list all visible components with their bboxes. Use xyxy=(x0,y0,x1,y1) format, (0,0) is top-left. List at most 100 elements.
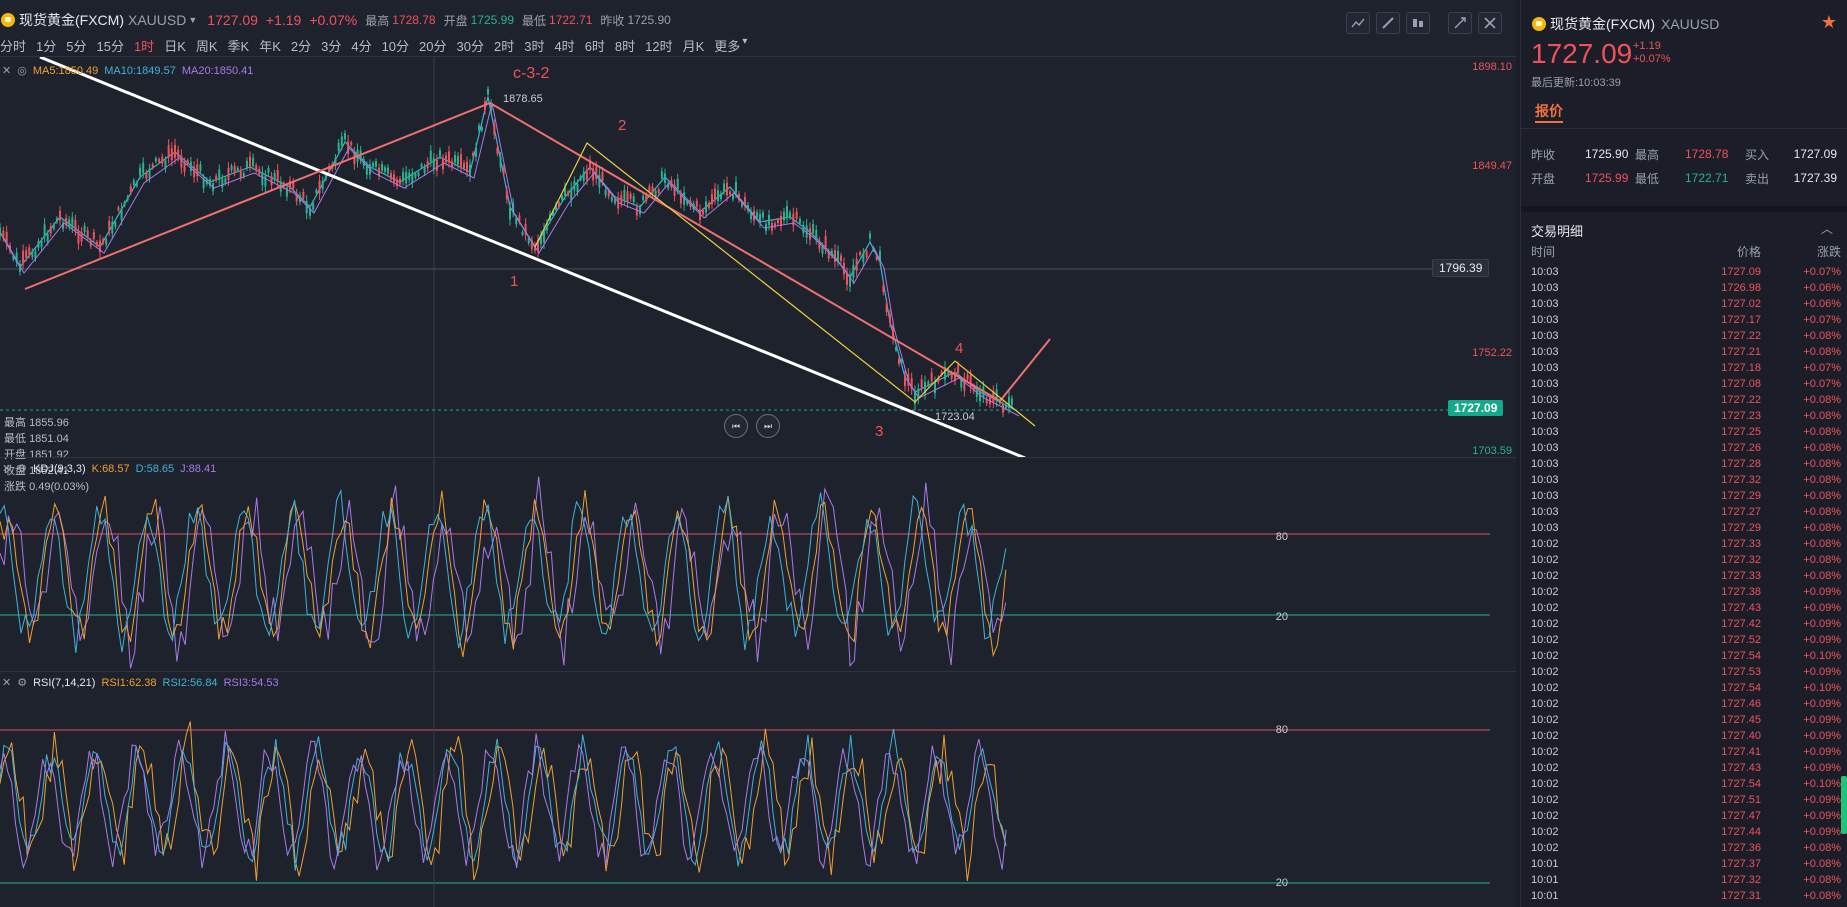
candle-body xyxy=(920,379,923,389)
indicator-line xyxy=(0,476,1007,669)
trade-price: 1727.46 xyxy=(1721,698,1761,710)
close-icon[interactable]: ✕ xyxy=(2,676,11,689)
interval-6[interactable]: 周K xyxy=(196,36,218,54)
gear-icon[interactable]: ⚙ xyxy=(17,676,27,689)
candle-body xyxy=(561,195,563,200)
candle-body xyxy=(657,189,660,194)
trade-price: 1727.33 xyxy=(1721,538,1761,550)
trade-change: +0.09% xyxy=(1803,826,1841,838)
chevron-down-icon[interactable]: ▾ xyxy=(742,36,747,54)
rsi-panel[interactable]: ✕ ⚙ RSI(7,14,21) RSI1:62.38 RSI2:56.84 R… xyxy=(0,671,1516,907)
trade-change: +0.09% xyxy=(1803,666,1841,678)
toggle-icon[interactable] xyxy=(1406,12,1430,34)
gear-icon[interactable]: ⚙ xyxy=(17,462,27,475)
next-bar-icon[interactable]: ⏭ xyxy=(756,414,780,438)
candle-body xyxy=(487,88,489,95)
trade-time: 10:02 xyxy=(1531,602,1559,614)
chevron-down-icon[interactable]: ▼ xyxy=(188,15,197,25)
candle-body xyxy=(651,186,654,194)
interval-5[interactable]: 日K xyxy=(164,36,186,54)
interval-22[interactable]: 更多 xyxy=(714,36,740,54)
interval-21[interactable]: 月K xyxy=(683,36,705,54)
trade-time: 10:01 xyxy=(1531,890,1559,902)
candle-body xyxy=(2,230,5,238)
interval-20[interactable]: 12时 xyxy=(645,36,672,54)
trade-row: 10:03 1727.02 +0.06% xyxy=(1531,296,1841,312)
interval-17[interactable]: 4时 xyxy=(554,36,574,54)
expand-icon[interactable] xyxy=(1448,12,1472,34)
scrollbar-thumb[interactable] xyxy=(1841,776,1847,834)
candle-body xyxy=(435,159,438,171)
trade-row: 10:03 1727.22 +0.08% xyxy=(1531,392,1841,408)
trade-row: 10:02 1727.51 +0.09% xyxy=(1531,792,1841,808)
candle-body xyxy=(302,191,305,199)
chevron-up-icon[interactable]: ︿ xyxy=(1821,220,1833,237)
candle-body xyxy=(86,230,89,238)
trade-change: +0.09% xyxy=(1803,730,1841,742)
interval-12[interactable]: 10分 xyxy=(382,36,409,54)
interval-19[interactable]: 8时 xyxy=(615,36,635,54)
interval-11[interactable]: 4分 xyxy=(351,36,371,54)
candle-body xyxy=(869,233,871,239)
kdj-k: K:68.57 xyxy=(91,462,130,475)
interval-16[interactable]: 3时 xyxy=(524,36,544,54)
trade-time: 10:02 xyxy=(1531,666,1559,678)
candle-body xyxy=(399,178,401,185)
close-icon[interactable]: ✕ xyxy=(2,462,11,475)
interval-0[interactable]: 分时 xyxy=(0,36,26,54)
trade-time: 10:03 xyxy=(1531,458,1559,470)
candle-body xyxy=(230,165,233,171)
candle-body xyxy=(405,171,408,184)
close-icon[interactable]: ✕ xyxy=(2,64,11,77)
indicator-line xyxy=(0,730,1007,871)
gear-icon[interactable]: ◎ xyxy=(17,64,27,77)
interval-3[interactable]: 15分 xyxy=(96,36,123,54)
candle-body xyxy=(1005,404,1007,409)
candle-body xyxy=(129,186,132,193)
candle-body xyxy=(460,154,462,167)
trades-list: 10:03 1727.09 +0.07% 10:03 1726.98 +0.06% 10:0… xyxy=(1531,264,1841,904)
draw-icon[interactable] xyxy=(1376,12,1400,34)
ma20-label: MA20:1850.41 xyxy=(181,64,254,77)
interval-18[interactable]: 6时 xyxy=(585,36,605,54)
kdj-panel[interactable]: ✕ ⚙ KDJ(9,3,3) K:68.57 D:58.65 J:88.41 8… xyxy=(0,457,1516,672)
trade-row: 10:02 1727.43 +0.09% xyxy=(1531,760,1841,776)
tab-quote[interactable]: 报价 xyxy=(1535,101,1563,121)
wave-label: 1 xyxy=(510,273,519,290)
close-icon[interactable] xyxy=(1478,12,1502,34)
header-change: +1.19 xyxy=(265,12,302,28)
interval-14[interactable]: 30分 xyxy=(457,36,484,54)
trade-price: 1727.28 xyxy=(1721,458,1761,470)
candle-body xyxy=(350,142,353,146)
interval-9[interactable]: 2分 xyxy=(291,36,311,54)
trade-time: 10:02 xyxy=(1531,826,1559,838)
interval-13[interactable]: 20分 xyxy=(419,36,446,54)
interval-4[interactable]: 1时 xyxy=(134,36,154,54)
symbol-code[interactable]: XAUUSD xyxy=(128,12,186,28)
candle-body xyxy=(505,190,508,200)
candle-body xyxy=(375,161,377,167)
candle-body xyxy=(558,202,560,207)
price-panel[interactable]: ✕ ◎ MA5:1850.49 MA10:1849.57 MA20:1850.4… xyxy=(0,56,1516,493)
interval-2[interactable]: 5分 xyxy=(66,36,86,54)
interval-8[interactable]: 年K xyxy=(259,36,281,54)
interval-10[interactable]: 3分 xyxy=(321,36,341,54)
alert-marker[interactable]: 🔔 1796.39 xyxy=(1432,259,1490,277)
interval-15[interactable]: 2时 xyxy=(494,36,514,54)
candle-body xyxy=(865,251,868,257)
indicator-icon[interactable] xyxy=(1346,12,1370,34)
candle-body xyxy=(145,172,148,179)
interval-7[interactable]: 季K xyxy=(228,36,250,54)
interval-1[interactable]: 1分 xyxy=(36,36,56,54)
star-icon[interactable]: ★ xyxy=(1821,12,1837,33)
candle-body xyxy=(71,217,74,228)
prev-bar-icon[interactable]: ⏮ xyxy=(724,414,748,438)
candle-body xyxy=(469,164,471,177)
trade-row: 10:03 1727.27 +0.08% xyxy=(1531,504,1841,520)
trade-change: +0.06% xyxy=(1803,298,1841,310)
candle-body xyxy=(481,127,483,131)
candle-body xyxy=(904,375,906,387)
trade-time: 10:03 xyxy=(1531,346,1559,358)
trade-change: +0.09% xyxy=(1803,810,1841,822)
trade-row: 10:03 1727.08 +0.07% xyxy=(1531,376,1841,392)
